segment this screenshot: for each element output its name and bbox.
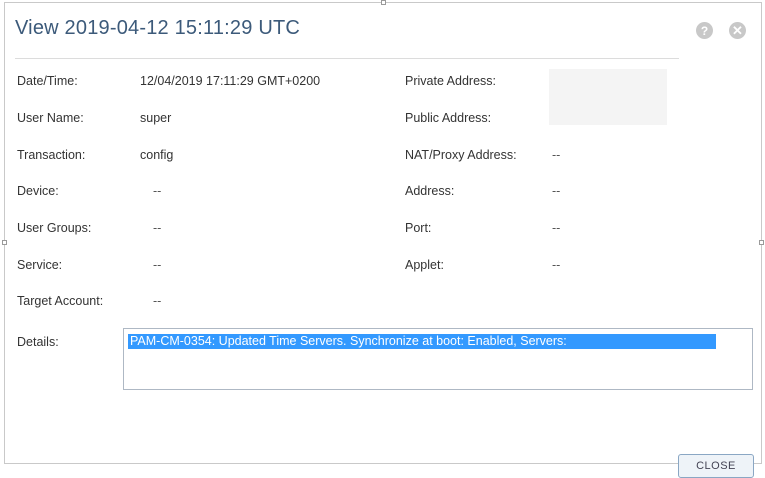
date-time-value: 12/04/2019 17:11:29 GMT+0200 — [140, 74, 321, 88]
help-icon[interactable]: ? — [696, 22, 713, 39]
user-groups-value: -- — [153, 221, 162, 235]
target-account-value: -- — [153, 294, 162, 308]
event-details-dialog: View 2019-04-12 15:11:29 UTC ? ✕ Date/Ti… — [2, 0, 764, 478]
device-value: -- — [153, 184, 162, 198]
applet-label: Applet: — [405, 258, 444, 272]
port-value: -- — [552, 221, 561, 235]
details-textarea[interactable]: PAM-CM-0354: Updated Time Servers. Synch… — [123, 328, 753, 390]
nat-proxy-address-label: NAT/Proxy Address: — [405, 148, 517, 162]
target-account-label: Target Account: — [17, 294, 104, 308]
user-groups-label: User Groups: — [17, 221, 92, 235]
nat-proxy-address-value: -- — [552, 148, 561, 162]
public-address-value — [549, 97, 667, 125]
transaction-value: config — [140, 148, 174, 162]
dialog-title: View 2019-04-12 15:11:29 UTC — [15, 17, 301, 39]
service-value: -- — [153, 258, 162, 272]
close-icon[interactable]: ✕ — [729, 22, 746, 39]
public-address-label: Public Address: — [405, 111, 492, 125]
service-label: Service: — [17, 258, 63, 272]
date-time-label: Date/Time: — [17, 74, 78, 88]
details-label: Details: — [17, 335, 59, 349]
private-address-value — [549, 69, 667, 97]
close-button[interactable]: CLOSE — [678, 454, 754, 478]
device-label: Device: — [17, 184, 59, 198]
title-divider — [15, 58, 679, 59]
address-label: Address: — [405, 184, 455, 198]
private-address-label: Private Address: — [405, 74, 497, 88]
resize-handle-left[interactable] — [2, 240, 7, 245]
port-label: Port: — [405, 221, 432, 235]
resize-handle-top[interactable] — [381, 0, 386, 5]
address-value: -- — [552, 184, 561, 198]
details-text: PAM-CM-0354: Updated Time Servers. Synch… — [128, 334, 716, 349]
user-name-value: super — [140, 111, 172, 125]
user-name-label: User Name: — [17, 111, 84, 125]
resize-handle-right[interactable] — [759, 240, 764, 245]
applet-value: -- — [552, 258, 561, 272]
transaction-label: Transaction: — [17, 148, 86, 162]
